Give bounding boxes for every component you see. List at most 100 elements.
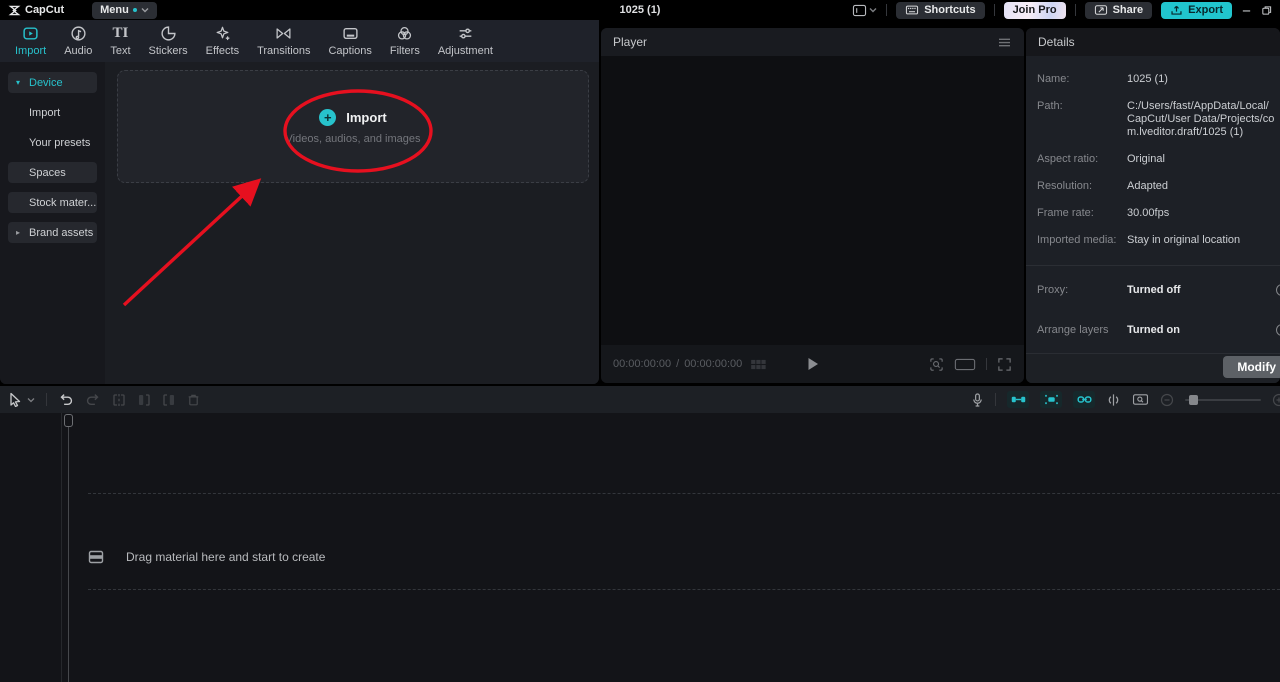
timeline-zoom-slider[interactable] [1185,399,1261,401]
filters-icon [396,25,413,42]
timecode-display: 00:00:00:00 / 00:00:00:00 [613,358,742,370]
sparkle-block-icon [1044,394,1059,405]
maximize-button[interactable] [1261,5,1272,16]
zoom-in-button[interactable] [1272,393,1280,407]
link-toggle[interactable] [1073,391,1095,408]
link-icon [1077,395,1092,404]
sidebar-item-spaces[interactable]: Spaces [8,162,97,183]
sidebar-item-your-presets[interactable]: Your presets [8,132,97,153]
titlebar-actions: Shortcuts Join Pro Share Export [852,2,1272,19]
preview-axis-toggle[interactable] [1106,393,1121,407]
capcut-logo: CapCut [8,4,64,17]
menu-button[interactable]: Menu [92,2,157,19]
details-row-name: Name: 1025 (1) [1037,73,1280,86]
details-header: Details [1026,28,1280,56]
detail-label: Frame rate: [1037,207,1127,220]
empty-track-placeholder[interactable]: Drag material here and start to create [88,549,325,565]
timeline-area[interactable]: Drag material here and start to create [0,413,1280,682]
export-button[interactable]: Export [1161,2,1232,19]
sidebar-item-brand-assets[interactable]: ▸ Brand assets [8,222,97,243]
tab-text[interactable]: TI Text [101,25,139,57]
modify-button[interactable]: Modify [1223,356,1280,378]
player-controls: 00:00:00:00 / 00:00:00:00 [601,345,1024,383]
sticker-icon [160,25,177,42]
undo-icon [58,392,74,407]
detail-value: Turned on [1127,324,1280,337]
shortcuts-label: Shortcuts [924,4,975,16]
menu-label: Menu [100,4,129,16]
track-boundary-top [88,493,1280,494]
auto-snap-toggle[interactable] [1040,391,1062,408]
timeline-display-button[interactable] [1132,393,1149,406]
chevron-down-icon [141,6,149,14]
display-zoom-icon [1132,393,1149,406]
split-button[interactable] [112,393,126,407]
minimize-button[interactable] [1241,5,1252,16]
fit-screen-button[interactable] [929,357,944,372]
chevron-down-icon [869,6,877,14]
delete-left-button[interactable] [137,393,151,407]
fullscreen-button[interactable] [997,357,1012,372]
join-pro-label: Join Pro [1013,4,1057,16]
layout-toggle-button[interactable] [852,4,877,17]
delete-button[interactable] [187,393,200,407]
playhead-handle[interactable] [64,414,73,427]
zoom-slider-handle[interactable] [1189,395,1198,405]
tab-stickers[interactable]: Stickers [140,25,197,57]
aspect-ratio-button[interactable] [954,358,976,371]
details-divider [1026,265,1280,266]
timecode-current: 00:00:00:00 [613,358,671,370]
media-panel: Import Audio TI Text Stickers Effects Tr… [0,20,599,384]
capcut-app: CapCut Menu 1025 (1) Shortcuts Join Pro [0,0,1280,682]
redo-button[interactable] [85,392,101,407]
record-voiceover-button[interactable] [971,392,984,408]
magnetic-snap-toggle[interactable] [1007,391,1029,408]
tab-import[interactable]: Import [6,25,55,57]
sidebar-item-stock-materials[interactable]: Stock mater... [8,192,97,213]
chevron-down-icon [27,396,35,404]
captions-icon [342,25,359,42]
tab-label: Effects [206,45,239,57]
delete-right-button[interactable] [162,393,176,407]
minus-circle-icon [1160,393,1174,407]
details-panel: Details Name: 1025 (1) Path: C:/Users/fa… [1026,28,1280,383]
player-menu-button[interactable] [997,37,1012,48]
text-icon: TI [113,25,129,42]
frame-grid-icon[interactable] [750,359,767,370]
tab-label: Text [110,45,130,57]
tab-captions[interactable]: Captions [319,25,380,57]
details-row-proxy: Proxy: Turned off [1037,284,1280,297]
tab-label: Import [15,45,46,57]
play-button[interactable] [807,357,819,371]
player-right-controls [929,357,1012,372]
effects-star-icon [214,25,231,42]
export-icon [1170,4,1183,16]
detail-value: C:/Users/fast/AppData/Local/CapCut/User … [1127,100,1280,139]
tab-adjustment[interactable]: Adjustment [429,25,502,57]
share-button[interactable]: Share [1085,2,1153,19]
tab-effects[interactable]: Effects [197,25,248,57]
sidebar-item-device[interactable]: ▾ Device [8,72,97,93]
tab-transitions[interactable]: Transitions [248,25,319,57]
import-cta[interactable]: + Import [319,109,386,126]
layout-panel-icon [852,4,867,17]
import-drop-area[interactable]: + Import Videos, audios, and images [117,70,589,183]
tab-filters[interactable]: Filters [381,25,429,57]
sidebar-item-label: Spaces [29,167,66,179]
details-row-frame-rate: Frame rate: 30.00fps [1037,207,1280,220]
sidebar-item-label: Your presets [29,137,90,149]
zoom-out-button[interactable] [1160,393,1174,407]
join-pro-button[interactable]: Join Pro [1004,2,1066,19]
select-cursor-tool[interactable] [8,392,35,407]
media-content: + Import Videos, audios, and images [105,62,599,384]
tab-audio[interactable]: Audio [55,25,101,57]
undo-button[interactable] [58,392,74,407]
tab-label: Audio [64,45,92,57]
player-viewport[interactable] [601,56,1024,345]
titlebar-divider [886,4,887,16]
detail-label: Aspect ratio: [1037,153,1127,166]
media-sidebar: ▾ Device Import Your presets Spaces Stoc… [0,62,105,384]
shortcuts-button[interactable]: Shortcuts [896,2,984,19]
sidebar-item-import[interactable]: Import [8,102,97,123]
timecode-total: 00:00:00:00 [684,358,742,370]
